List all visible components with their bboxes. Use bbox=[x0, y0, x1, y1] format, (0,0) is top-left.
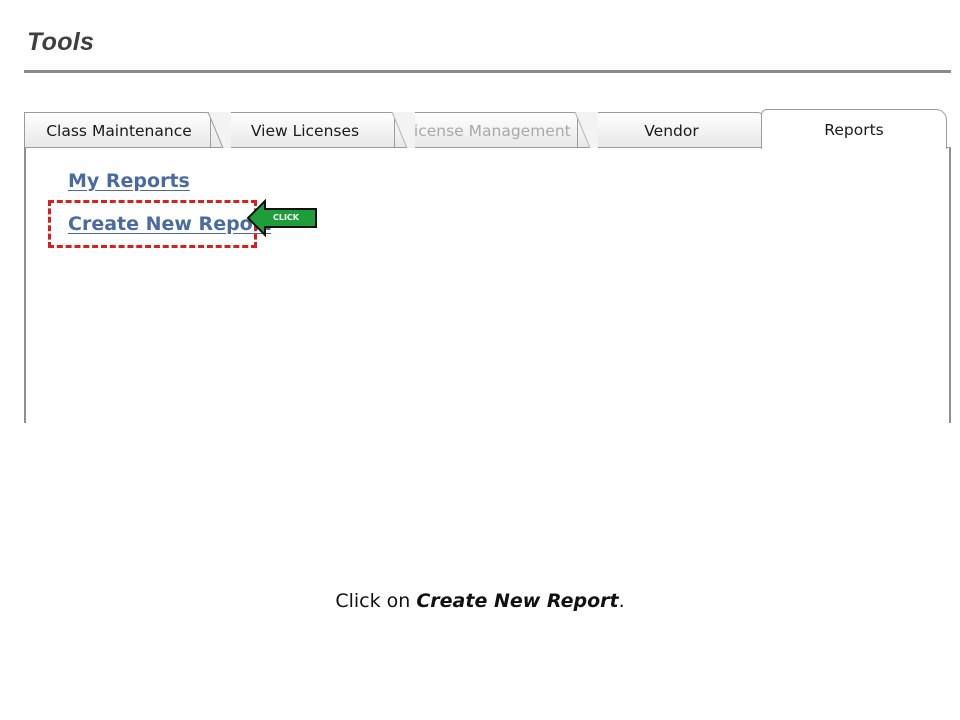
tab-reports[interactable]: Reports bbox=[761, 109, 947, 149]
tab-view-licenses[interactable]: View Licenses bbox=[210, 112, 400, 148]
my-reports-link[interactable]: My Reports bbox=[68, 170, 190, 192]
tab-class-maintenance[interactable]: Class Maintenance bbox=[24, 112, 214, 148]
caption-suffix: . bbox=[618, 590, 625, 612]
page-title: Tools bbox=[27, 28, 95, 56]
highlight-box bbox=[48, 200, 257, 248]
instruction-caption: Click on Create New Report. bbox=[0, 590, 960, 612]
caption-prefix: Click on bbox=[335, 590, 417, 612]
reports-panel: My Reports Create New Report bbox=[24, 147, 951, 423]
tab-bar: Class Maintenance View Licenses License … bbox=[24, 109, 951, 149]
click-label: CLICK bbox=[272, 213, 299, 222]
caption-emphasis: Create New Report bbox=[416, 590, 619, 612]
title-divider bbox=[24, 70, 951, 73]
tab-vendor[interactable]: Vendor bbox=[577, 112, 766, 148]
tab-license-management: License Management bbox=[394, 112, 582, 148]
